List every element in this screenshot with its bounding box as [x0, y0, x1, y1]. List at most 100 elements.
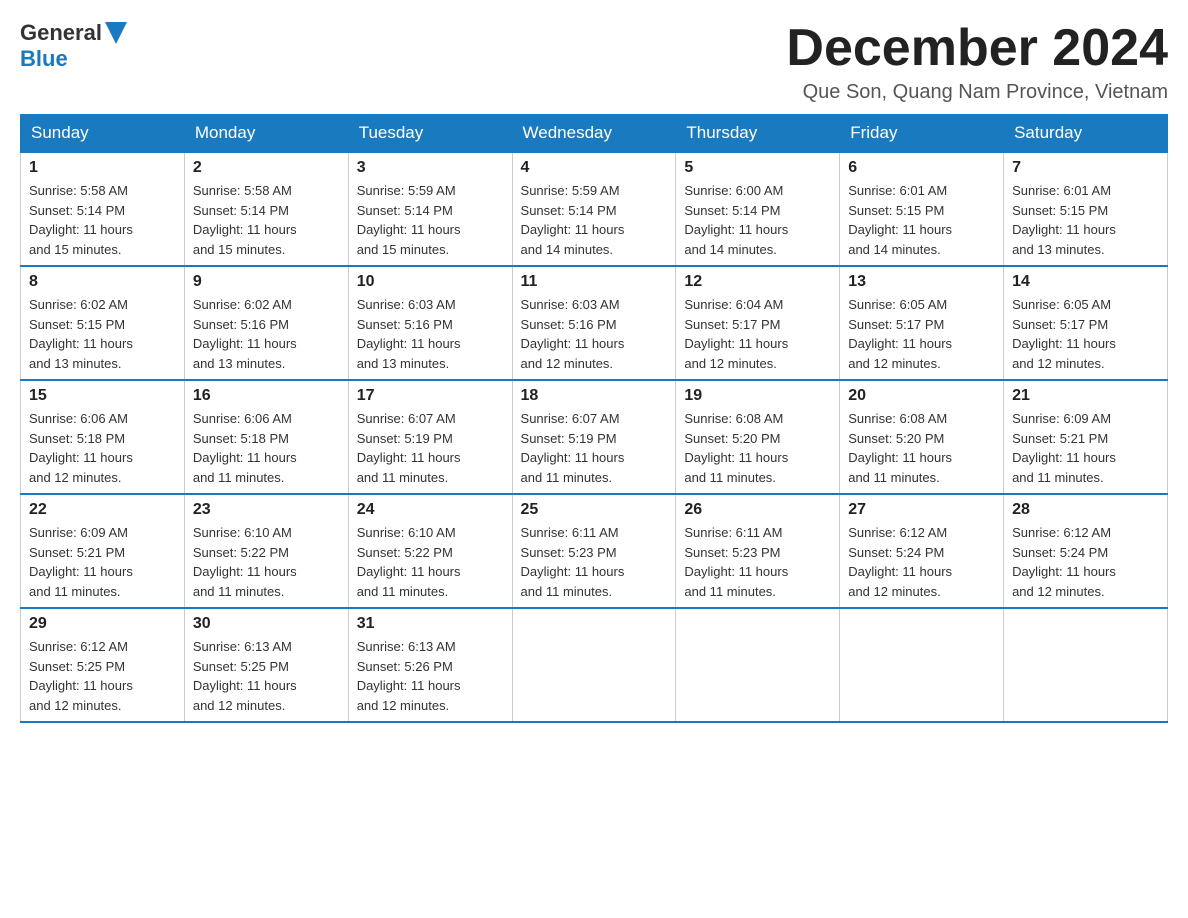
day-info: Sunrise: 5:59 AM Sunset: 5:14 PM Dayligh…: [357, 181, 504, 259]
day-info: Sunrise: 6:03 AM Sunset: 5:16 PM Dayligh…: [521, 295, 668, 373]
calendar-cell: 12 Sunrise: 6:04 AM Sunset: 5:17 PM Dayl…: [676, 266, 840, 380]
day-number: 29: [29, 615, 176, 633]
day-number: 21: [1012, 387, 1159, 405]
calendar-cell: 19 Sunrise: 6:08 AM Sunset: 5:20 PM Dayl…: [676, 380, 840, 494]
day-number: 16: [193, 387, 340, 405]
calendar-cell: 17 Sunrise: 6:07 AM Sunset: 5:19 PM Dayl…: [348, 380, 512, 494]
day-info: Sunrise: 6:04 AM Sunset: 5:17 PM Dayligh…: [684, 295, 831, 373]
calendar-cell: 18 Sunrise: 6:07 AM Sunset: 5:19 PM Dayl…: [512, 380, 676, 494]
calendar-cell: 30 Sunrise: 6:13 AM Sunset: 5:25 PM Dayl…: [184, 608, 348, 722]
calendar-day-header: Friday: [840, 115, 1004, 153]
calendar-cell: [512, 608, 676, 722]
day-info: Sunrise: 6:12 AM Sunset: 5:24 PM Dayligh…: [848, 523, 995, 601]
day-number: 7: [1012, 159, 1159, 177]
day-number: 23: [193, 501, 340, 519]
calendar-week-row: 15 Sunrise: 6:06 AM Sunset: 5:18 PM Dayl…: [21, 380, 1168, 494]
day-number: 31: [357, 615, 504, 633]
calendar-day-header: Monday: [184, 115, 348, 153]
calendar-header-row: SundayMondayTuesdayWednesdayThursdayFrid…: [21, 115, 1168, 153]
calendar-day-header: Wednesday: [512, 115, 676, 153]
location-text: Que Son, Quang Nam Province, Vietnam: [786, 81, 1168, 104]
calendar-cell: 16 Sunrise: 6:06 AM Sunset: 5:18 PM Dayl…: [184, 380, 348, 494]
day-number: 24: [357, 501, 504, 519]
day-number: 22: [29, 501, 176, 519]
day-info: Sunrise: 6:05 AM Sunset: 5:17 PM Dayligh…: [848, 295, 995, 373]
calendar-cell: 28 Sunrise: 6:12 AM Sunset: 5:24 PM Dayl…: [1004, 494, 1168, 608]
day-info: Sunrise: 6:02 AM Sunset: 5:16 PM Dayligh…: [193, 295, 340, 373]
calendar-week-row: 8 Sunrise: 6:02 AM Sunset: 5:15 PM Dayli…: [21, 266, 1168, 380]
day-number: 14: [1012, 273, 1159, 291]
calendar-cell: 9 Sunrise: 6:02 AM Sunset: 5:16 PM Dayli…: [184, 266, 348, 380]
logo: General Blue: [20, 20, 127, 72]
logo-triangle-icon: [105, 22, 127, 44]
day-number: 26: [684, 501, 831, 519]
page-header: General Blue December 2024 Que Son, Quan…: [20, 20, 1168, 104]
calendar-cell: 21 Sunrise: 6:09 AM Sunset: 5:21 PM Dayl…: [1004, 380, 1168, 494]
day-info: Sunrise: 6:01 AM Sunset: 5:15 PM Dayligh…: [848, 181, 995, 259]
day-info: Sunrise: 6:13 AM Sunset: 5:25 PM Dayligh…: [193, 637, 340, 715]
day-number: 30: [193, 615, 340, 633]
month-title: December 2024: [786, 20, 1168, 77]
day-info: Sunrise: 5:58 AM Sunset: 5:14 PM Dayligh…: [193, 181, 340, 259]
day-info: Sunrise: 6:06 AM Sunset: 5:18 PM Dayligh…: [193, 409, 340, 487]
day-info: Sunrise: 6:01 AM Sunset: 5:15 PM Dayligh…: [1012, 181, 1159, 259]
calendar-cell: 8 Sunrise: 6:02 AM Sunset: 5:15 PM Dayli…: [21, 266, 185, 380]
day-number: 9: [193, 273, 340, 291]
day-number: 27: [848, 501, 995, 519]
calendar-table: SundayMondayTuesdayWednesdayThursdayFrid…: [20, 114, 1168, 723]
calendar-cell: [1004, 608, 1168, 722]
day-number: 1: [29, 159, 176, 177]
day-info: Sunrise: 6:10 AM Sunset: 5:22 PM Dayligh…: [357, 523, 504, 601]
day-info: Sunrise: 6:12 AM Sunset: 5:25 PM Dayligh…: [29, 637, 176, 715]
calendar-cell: 22 Sunrise: 6:09 AM Sunset: 5:21 PM Dayl…: [21, 494, 185, 608]
calendar-cell: 26 Sunrise: 6:11 AM Sunset: 5:23 PM Dayl…: [676, 494, 840, 608]
calendar-cell: 4 Sunrise: 5:59 AM Sunset: 5:14 PM Dayli…: [512, 152, 676, 266]
calendar-cell: 10 Sunrise: 6:03 AM Sunset: 5:16 PM Dayl…: [348, 266, 512, 380]
day-number: 5: [684, 159, 831, 177]
day-info: Sunrise: 5:59 AM Sunset: 5:14 PM Dayligh…: [521, 181, 668, 259]
day-info: Sunrise: 6:07 AM Sunset: 5:19 PM Dayligh…: [521, 409, 668, 487]
calendar-cell: 27 Sunrise: 6:12 AM Sunset: 5:24 PM Dayl…: [840, 494, 1004, 608]
calendar-cell: 24 Sunrise: 6:10 AM Sunset: 5:22 PM Dayl…: [348, 494, 512, 608]
calendar-day-header: Tuesday: [348, 115, 512, 153]
day-number: 20: [848, 387, 995, 405]
calendar-cell: 7 Sunrise: 6:01 AM Sunset: 5:15 PM Dayli…: [1004, 152, 1168, 266]
day-info: Sunrise: 6:12 AM Sunset: 5:24 PM Dayligh…: [1012, 523, 1159, 601]
calendar-week-row: 1 Sunrise: 5:58 AM Sunset: 5:14 PM Dayli…: [21, 152, 1168, 266]
calendar-day-header: Sunday: [21, 115, 185, 153]
day-info: Sunrise: 6:03 AM Sunset: 5:16 PM Dayligh…: [357, 295, 504, 373]
day-info: Sunrise: 6:05 AM Sunset: 5:17 PM Dayligh…: [1012, 295, 1159, 373]
calendar-cell: 11 Sunrise: 6:03 AM Sunset: 5:16 PM Dayl…: [512, 266, 676, 380]
calendar-cell: [676, 608, 840, 722]
calendar-cell: 2 Sunrise: 5:58 AM Sunset: 5:14 PM Dayli…: [184, 152, 348, 266]
day-number: 17: [357, 387, 504, 405]
day-number: 13: [848, 273, 995, 291]
logo-blue-text: Blue: [20, 46, 68, 72]
day-number: 28: [1012, 501, 1159, 519]
calendar-cell: 29 Sunrise: 6:12 AM Sunset: 5:25 PM Dayl…: [21, 608, 185, 722]
calendar-cell: 20 Sunrise: 6:08 AM Sunset: 5:20 PM Dayl…: [840, 380, 1004, 494]
calendar-week-row: 22 Sunrise: 6:09 AM Sunset: 5:21 PM Dayl…: [21, 494, 1168, 608]
day-number: 3: [357, 159, 504, 177]
calendar-cell: 1 Sunrise: 5:58 AM Sunset: 5:14 PM Dayli…: [21, 152, 185, 266]
calendar-cell: 5 Sunrise: 6:00 AM Sunset: 5:14 PM Dayli…: [676, 152, 840, 266]
calendar-cell: 14 Sunrise: 6:05 AM Sunset: 5:17 PM Dayl…: [1004, 266, 1168, 380]
day-info: Sunrise: 6:09 AM Sunset: 5:21 PM Dayligh…: [29, 523, 176, 601]
day-number: 10: [357, 273, 504, 291]
day-info: Sunrise: 6:11 AM Sunset: 5:23 PM Dayligh…: [684, 523, 831, 601]
calendar-cell: [840, 608, 1004, 722]
day-info: Sunrise: 6:08 AM Sunset: 5:20 PM Dayligh…: [848, 409, 995, 487]
day-number: 12: [684, 273, 831, 291]
day-info: Sunrise: 6:09 AM Sunset: 5:21 PM Dayligh…: [1012, 409, 1159, 487]
day-number: 15: [29, 387, 176, 405]
day-info: Sunrise: 6:08 AM Sunset: 5:20 PM Dayligh…: [684, 409, 831, 487]
calendar-cell: 6 Sunrise: 6:01 AM Sunset: 5:15 PM Dayli…: [840, 152, 1004, 266]
day-info: Sunrise: 5:58 AM Sunset: 5:14 PM Dayligh…: [29, 181, 176, 259]
day-info: Sunrise: 6:10 AM Sunset: 5:22 PM Dayligh…: [193, 523, 340, 601]
day-number: 6: [848, 159, 995, 177]
calendar-cell: 13 Sunrise: 6:05 AM Sunset: 5:17 PM Dayl…: [840, 266, 1004, 380]
calendar-cell: 25 Sunrise: 6:11 AM Sunset: 5:23 PM Dayl…: [512, 494, 676, 608]
day-info: Sunrise: 6:00 AM Sunset: 5:14 PM Dayligh…: [684, 181, 831, 259]
title-section: December 2024 Que Son, Quang Nam Provinc…: [786, 20, 1168, 104]
calendar-week-row: 29 Sunrise: 6:12 AM Sunset: 5:25 PM Dayl…: [21, 608, 1168, 722]
